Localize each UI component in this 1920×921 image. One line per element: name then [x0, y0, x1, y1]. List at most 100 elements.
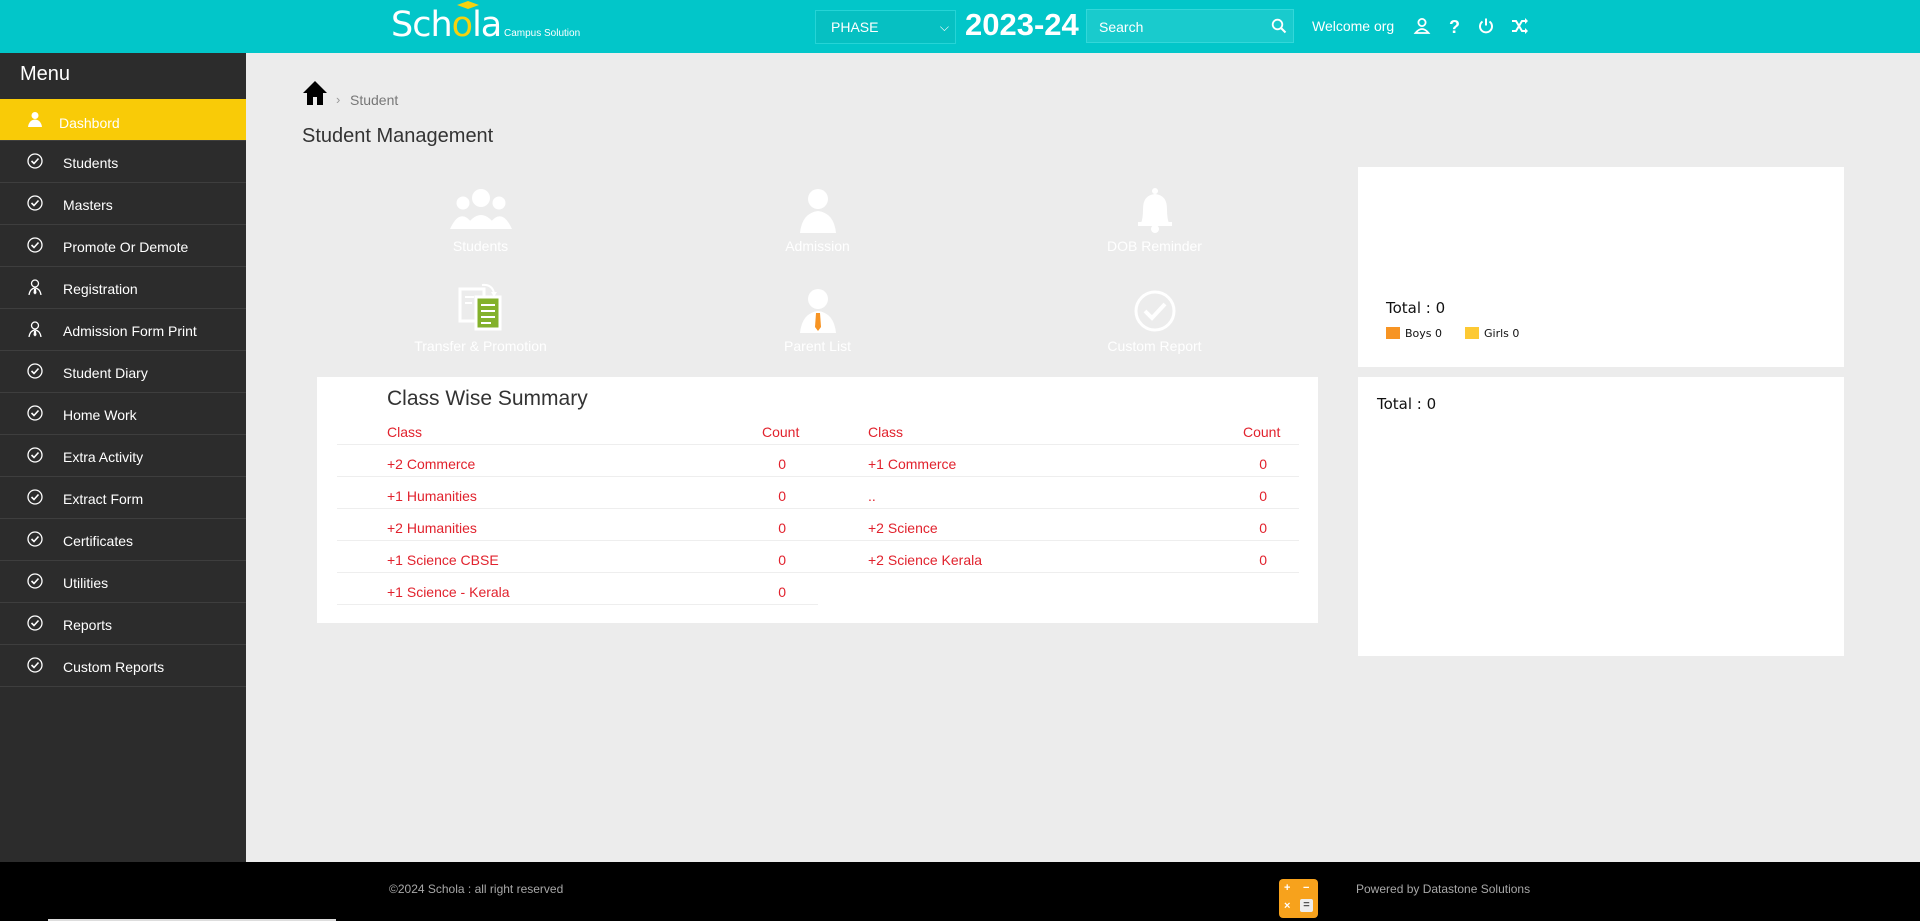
summary-table-right: Class Count +1 Commerce 0.. 0 +2 Science 0 +2…	[818, 422, 1299, 573]
user-icon	[799, 189, 836, 233]
tile-parent-list[interactable]: Parent List	[654, 267, 981, 362]
help-icon[interactable]: ?	[1445, 17, 1463, 35]
tile-admission-label: Admission	[785, 238, 850, 254]
legend-boys: Boys 0	[1386, 327, 1442, 340]
table-row[interactable]: +1 Commerce 0	[818, 445, 1299, 477]
sidebar-item-label: Reports	[63, 617, 113, 633]
calculator-icon[interactable]: + − × =	[1279, 879, 1318, 918]
class-count: 0	[1259, 520, 1267, 536]
home-icon[interactable]	[302, 80, 328, 106]
sidebar-item-reports[interactable]: Reports	[0, 603, 246, 645]
users-icon	[449, 189, 512, 229]
power-icon[interactable]	[1477, 17, 1495, 35]
class-name[interactable]: +1 Commerce	[868, 456, 956, 472]
phase-select-value: PHASE	[831, 19, 879, 35]
user-tie-icon	[27, 321, 43, 338]
class-name[interactable]: +2 Commerce	[387, 456, 475, 472]
footer-copyright: ©2024 Schola : all right reserved	[389, 882, 564, 896]
summary-table-left: Class Count +2 Commerce 0 +1 Humanities 0 +2…	[337, 422, 818, 605]
class-count: 0	[778, 520, 786, 536]
table-row[interactable]: +1 Science - Kerala 0	[337, 573, 818, 605]
user-tie-icon	[27, 279, 43, 296]
legend-girls: Girls 0	[1465, 327, 1519, 340]
sidebar-item-student-diary[interactable]: Student Diary	[0, 351, 246, 393]
legend-girls-label: Girls 0	[1484, 327, 1520, 340]
sidebar-item-masters[interactable]: Masters	[0, 183, 246, 225]
sidebar-item-home-work[interactable]: Home Work	[0, 393, 246, 435]
phase-select[interactable]: PHASE ⌵	[815, 10, 956, 44]
bell-icon	[1137, 188, 1172, 233]
check-circle-icon	[27, 237, 43, 253]
gender-chart-card: Total : 0 Boys 0 Girls 0	[1358, 167, 1844, 367]
table-row[interactable]: +1 Science CBSE 0	[337, 541, 818, 573]
sidebar-item-label: Admission Form Print	[63, 323, 197, 339]
check-circle-icon	[27, 153, 43, 169]
sidebar-item-registration[interactable]: Registration	[0, 267, 246, 309]
shuffle-icon[interactable]	[1511, 17, 1529, 35]
class-name[interactable]: +2 Science	[868, 520, 938, 536]
search-input[interactable]: Search	[1086, 9, 1294, 43]
check-circle-icon	[27, 573, 43, 589]
legend-boys-label: Boys 0	[1405, 327, 1443, 340]
class-count: 0	[778, 488, 786, 504]
table-row[interactable]: +2 Commerce 0	[337, 445, 818, 477]
sidebar-item-utilities[interactable]: Utilities	[0, 561, 246, 603]
sidebar-item-certificates[interactable]: Certificates	[0, 519, 246, 561]
column-header-class: Class	[868, 424, 904, 440]
sidebar-item-label: Promote Or Demote	[63, 239, 189, 255]
sidebar-item-dashbord[interactable]: Dashbord	[0, 99, 246, 141]
check-circle-icon	[27, 489, 43, 505]
tile-transfer-promotion-label: Transfer & Promotion	[414, 338, 547, 354]
tile-dob-reminder[interactable]: DOB Reminder	[991, 167, 1318, 262]
column-header-class: Class	[387, 424, 423, 440]
class-count: 0	[1259, 488, 1267, 504]
user-tie-icon	[799, 289, 836, 333]
graduation-cap-icon	[457, 1, 479, 9]
tile-parent-list-label: Parent List	[784, 338, 851, 354]
sidebar-item-label: Extract Form	[63, 491, 144, 507]
class-name[interactable]: +1 Science - Kerala	[387, 584, 510, 600]
table-header: Class Count	[818, 422, 1299, 445]
class-count: 0	[778, 456, 786, 472]
menu-title: Menu	[20, 63, 71, 85]
class-count: 0	[778, 552, 786, 568]
check-circle-icon	[27, 615, 43, 631]
user-icon[interactable]	[1413, 17, 1431, 35]
class-count: 0	[778, 584, 786, 600]
sidebar-item-custom-reports[interactable]: Custom Reports	[0, 645, 246, 687]
breadcrumb-current: Student	[350, 92, 399, 108]
chart-total: Total : 0	[1386, 299, 1446, 317]
table-row[interactable]: +2 Science Kerala 0	[818, 541, 1299, 573]
table-row[interactable]: +2 Science 0	[818, 509, 1299, 541]
column-header-count: Count	[762, 424, 800, 440]
sidebar-item-label: Utilities	[63, 575, 109, 591]
tile-admission[interactable]: Admission	[654, 167, 981, 262]
page-title: Student Management	[302, 125, 494, 147]
class-name[interactable]: +2 Science Kerala	[868, 552, 982, 568]
sidebar-item-admission-form-print[interactable]: Admission Form Print	[0, 309, 246, 351]
check-circle-icon	[27, 405, 43, 421]
table-row[interactable]: .. 0	[818, 477, 1299, 509]
class-name[interactable]: +1 Humanities	[387, 488, 477, 504]
class-wise-summary: Class Wise Summary Class Count +2 Commer…	[317, 377, 1318, 623]
tile-students[interactable]: Students	[317, 167, 644, 262]
class-name[interactable]: +1 Science CBSE	[387, 552, 499, 568]
sidebar-item-promote-or-demote[interactable]: Promote Or Demote	[0, 225, 246, 267]
check-circle-icon	[27, 363, 43, 379]
class-name[interactable]: +2 Humanities	[387, 520, 477, 536]
welcome-text: Welcome org	[1312, 18, 1395, 34]
tile-custom-report[interactable]: Custom Report	[991, 267, 1318, 362]
search-icon[interactable]	[1271, 18, 1287, 34]
class-name[interactable]: ..	[868, 488, 876, 504]
table-row[interactable]: +1 Humanities 0	[337, 477, 818, 509]
sidebar-item-extract-form[interactable]: Extract Form	[0, 477, 246, 519]
table-header: Class Count	[337, 422, 818, 445]
sidebar-item-label: Custom Reports	[63, 659, 165, 675]
sidebar-item-extra-activity[interactable]: Extra Activity	[0, 435, 246, 477]
class-count: 0	[1259, 456, 1267, 472]
tile-transfer-promotion[interactable]: Transfer & Promotion	[317, 267, 644, 362]
chevron-down-icon: ⌵	[939, 20, 949, 34]
table-row[interactable]: +2 Humanities 0	[337, 509, 818, 541]
sidebar-item-students[interactable]: Students	[0, 141, 246, 183]
sidebar-item-label: Students	[63, 155, 119, 171]
